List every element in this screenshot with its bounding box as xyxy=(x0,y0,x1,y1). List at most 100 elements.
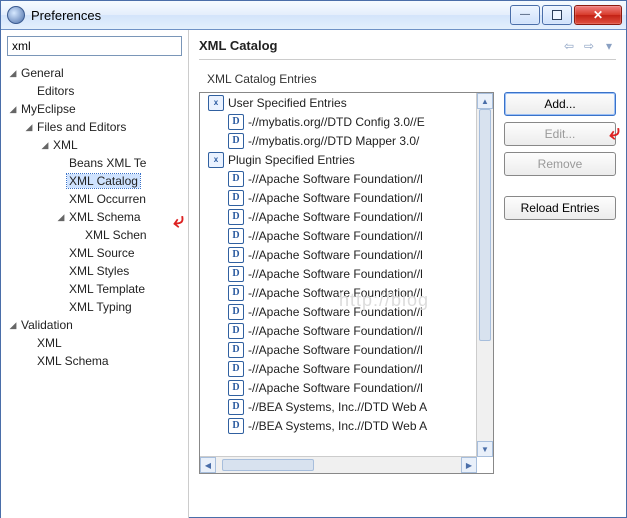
tree-item[interactable]: XML Source xyxy=(1,244,188,262)
catalog-entry-label: -//Apache Software Foundation//l xyxy=(248,229,423,243)
tree-item[interactable]: XML Template xyxy=(1,280,188,298)
catalog-entry-label: -//BEA Systems, Inc.//DTD Web A xyxy=(248,400,427,414)
tree-item[interactable]: XML xyxy=(1,334,188,352)
nav-forward-button[interactable]: ⇨ xyxy=(582,39,596,53)
filter-wrap xyxy=(1,30,188,62)
tree-item-label: XML xyxy=(35,336,64,350)
nav-menu-button[interactable]: ▾ xyxy=(602,39,616,53)
catalog-entry-label: -//Apache Software Foundation//l xyxy=(248,267,423,281)
catalog-entry[interactable]: D-//Apache Software Foundation//l xyxy=(200,226,477,245)
reload-entries-button[interactable]: Reload Entries xyxy=(504,196,616,220)
tree-expander-icon[interactable]: ◢ xyxy=(23,122,35,133)
tree-item-label: Beans XML Te xyxy=(67,156,148,170)
catalog-entry[interactable]: D-//mybatis.org//DTD Mapper 3.0/ xyxy=(200,131,477,150)
catalog-entry[interactable]: D -//Apache Software Foundation//l xyxy=(200,378,477,397)
dtd-entry-icon: D xyxy=(228,285,244,301)
arrow-right-icon: ⇨ xyxy=(584,39,594,53)
nav-back-button[interactable]: ⇦ xyxy=(562,39,576,53)
tree-item-label: XML Template xyxy=(67,282,147,296)
tree-expander-icon[interactable]: ◢ xyxy=(7,104,19,115)
dtd-entry-icon: D xyxy=(228,380,244,396)
titlebar: Preferences — ✕ xyxy=(1,1,626,30)
minimize-icon: — xyxy=(520,10,530,20)
tree-item[interactable]: ◢XML xyxy=(1,136,188,154)
tree-item[interactable]: XML Styles xyxy=(1,262,188,280)
catalog-entry-label: -//Apache Software Foundation//l xyxy=(248,343,423,357)
catalog-entry-label: -//Apache Software Foundation//l xyxy=(248,286,423,300)
scroll-left-button[interactable]: ◀ xyxy=(200,457,216,473)
catalog-entry-label: -//Apache Software Foundation//l xyxy=(248,305,423,319)
scroll-thumb-vertical[interactable] xyxy=(479,109,491,341)
tree-item[interactable]: XML Typing xyxy=(1,298,188,316)
catalog-entry-label: -//Apache Software Foundation//l xyxy=(248,324,423,338)
close-button[interactable]: ✕ xyxy=(574,5,622,25)
catalog-entry[interactable]: D-//mybatis.org//DTD Config 3.0//E xyxy=(200,112,477,131)
tree-item[interactable]: XML Occurren xyxy=(1,190,188,208)
catalog-entry[interactable]: D -//Apache Software Foundation//l xyxy=(200,264,477,283)
right-pane: XML Catalog ⇦ ⇨ ▾ XML Catalog Entries xU… xyxy=(189,30,626,518)
minimize-button[interactable]: — xyxy=(510,5,540,25)
scroll-up-button[interactable]: ▲ xyxy=(477,93,493,109)
add-button[interactable]: Add... xyxy=(504,92,616,116)
tree-item-label: General xyxy=(19,66,66,80)
dtd-entry-icon: D xyxy=(228,361,244,377)
dtd-entry-icon: D xyxy=(228,133,244,149)
tree-expander-icon[interactable]: ◢ xyxy=(55,212,67,223)
tree-item-label: XML Styles xyxy=(67,264,131,278)
button-column: Add... Edit... Remove Reload Entries xyxy=(504,92,616,514)
catalog-entry[interactable]: D-//Apache Software Foundation//l xyxy=(200,245,477,264)
filter-input[interactable] xyxy=(7,36,182,56)
dtd-entry-icon: D xyxy=(228,342,244,358)
xml-catalog-icon: x xyxy=(208,152,224,168)
tree-item[interactable]: Beans XML Te xyxy=(1,154,188,172)
scroll-thumb-horizontal[interactable] xyxy=(222,459,314,471)
tree-item[interactable]: ◢Files and Editors xyxy=(1,118,188,136)
catalog-list[interactable]: xUser Specified EntriesD-//mybatis.org//… xyxy=(199,92,494,474)
dtd-entry-icon: D xyxy=(228,304,244,320)
catalog-entry[interactable]: D-//Apache Software Foundation//l xyxy=(200,321,477,340)
tree-item[interactable]: ◢Validation xyxy=(1,316,188,334)
catalog-group[interactable]: xPlugin Specified Entries xyxy=(200,150,477,169)
tree-expander-icon[interactable]: ◢ xyxy=(7,68,19,79)
tree-item[interactable]: XML Catalog xyxy=(1,172,188,190)
tree-item-label: XML Occurren xyxy=(67,192,148,206)
tree-item[interactable]: XML Schema xyxy=(1,352,188,370)
catalog-entry-label: -//Apache Software Foundation//l xyxy=(248,381,423,395)
tree-item[interactable]: ◢MyEclipse xyxy=(1,100,188,118)
catalog-entry-label: -//BEA Systems, Inc.//DTD Web A xyxy=(248,419,427,433)
xml-catalog-icon: x xyxy=(208,95,224,111)
catalog-entry[interactable]: D -//Apache Software Foundation//l xyxy=(200,302,477,321)
tree-item[interactable]: Editors xyxy=(1,82,188,100)
tree-expander-icon[interactable]: ◢ xyxy=(39,140,51,151)
remove-button[interactable]: Remove xyxy=(504,152,616,176)
scrollbar-horizontal[interactable]: ◀ ▶ xyxy=(200,456,477,473)
chevron-down-icon: ▾ xyxy=(606,39,612,53)
entries-section-label: XML Catalog Entries xyxy=(207,72,616,86)
maximize-icon xyxy=(552,10,562,20)
dtd-entry-icon: D xyxy=(228,190,244,206)
maximize-button[interactable] xyxy=(542,5,572,25)
scrollbar-vertical[interactable]: ▲ ▼ xyxy=(476,93,493,457)
tree-item[interactable]: XML Schen xyxy=(1,226,188,244)
catalog-group[interactable]: xUser Specified Entries xyxy=(200,93,477,112)
tree-item-label: Files and Editors xyxy=(35,120,128,134)
content-row: xUser Specified EntriesD-//mybatis.org//… xyxy=(199,92,616,514)
tree-item-label: XML xyxy=(51,138,80,152)
scroll-right-button[interactable]: ▶ xyxy=(461,457,477,473)
catalog-entry[interactable]: D -//Apache Software Foundation//l xyxy=(200,340,477,359)
catalog-entry[interactable]: D -//Apache Software Foundation//l xyxy=(200,283,477,302)
preferences-tree[interactable]: ◢GeneralEditors◢MyEclipse◢Files and Edit… xyxy=(1,62,188,518)
edit-button[interactable]: Edit... xyxy=(504,122,616,146)
dtd-entry-icon: D xyxy=(228,266,244,282)
tree-item[interactable]: ◢XML Schema xyxy=(1,208,188,226)
catalog-entry[interactable]: D-//Apache Software Foundation//l xyxy=(200,207,477,226)
catalog-entry[interactable]: D-//BEA Systems, Inc.//DTD Web A xyxy=(200,397,477,416)
scroll-down-button[interactable]: ▼ xyxy=(477,441,493,457)
catalog-entry[interactable]: D-//BEA Systems, Inc.//DTD Web A xyxy=(200,416,477,435)
tree-item[interactable]: ◢General xyxy=(1,64,188,82)
catalog-entry[interactable]: D-//Apache Software Foundation//l xyxy=(200,359,477,378)
catalog-entry[interactable]: D-//Apache Software Foundation//l xyxy=(200,188,477,207)
catalog-entry[interactable]: D-//Apache Software Foundation//l xyxy=(200,169,477,188)
tree-expander-icon[interactable]: ◢ xyxy=(7,320,19,331)
catalog-entry-label: -//mybatis.org//DTD Config 3.0//E xyxy=(248,115,425,129)
